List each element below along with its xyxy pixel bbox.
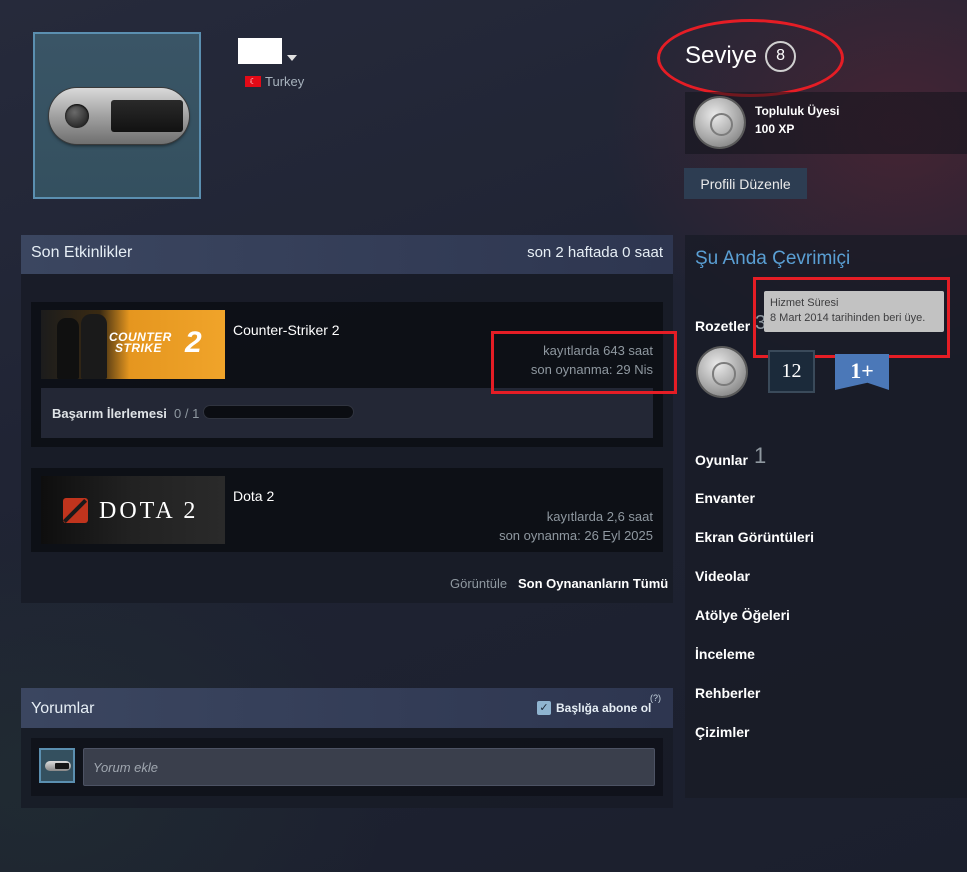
achievement-count: 0 / 1	[174, 406, 200, 421]
badge-name: Topluluk Üyesi	[755, 104, 840, 118]
online-status: Şu Anda Çevrimiçi	[695, 248, 851, 269]
cs2-banner[interactable]: COUNTER STRIKE 2	[41, 310, 225, 379]
community-badge-icon[interactable]	[698, 348, 746, 396]
profile-country: Turkey	[265, 74, 305, 89]
recent-hours-summary: son 2 haftada 0 saat	[527, 244, 663, 261]
dota2-banner[interactable]: DOTA 2	[41, 476, 225, 544]
sidebar-link-reviews[interactable]: İnceleme	[695, 646, 755, 662]
dota-logo-icon	[63, 498, 88, 523]
game-name-cs2[interactable]: Counter-Striker 2	[233, 322, 340, 338]
commenter-avatar	[39, 748, 75, 783]
badge-xp: 100 XP	[755, 122, 795, 136]
highlight-box-hours	[491, 331, 677, 394]
dota2-hours-on-record: kayıtlarda 2,6 saat	[546, 509, 653, 524]
view-all-recent-link[interactable]: Son Oynananların Tümü	[518, 576, 668, 591]
sidebar-link-screenshots[interactable]: Ekran Görüntüleri	[695, 529, 814, 545]
cs2-logo-text: COUNTER STRIKE	[109, 330, 172, 355]
games-count: 1	[754, 443, 767, 468]
sidebar-link-workshop[interactable]: Atölye Öğeleri	[695, 607, 790, 623]
sidebar-link-inventory[interactable]: Envanter	[695, 490, 755, 506]
recent-activity-title: Son Etkinlikler	[31, 244, 133, 261]
highlight-box-tooltip	[753, 277, 950, 358]
dota2-logo-text: DOTA 2	[99, 498, 199, 524]
achievement-label: Başarım İlerlemesi	[52, 406, 167, 421]
achievement-progress-bar	[203, 405, 354, 419]
community-member-badge-icon[interactable]	[695, 98, 744, 147]
view-label: Görüntüle	[450, 576, 508, 591]
subscribe-label[interactable]: Başlığa abone ol	[556, 701, 651, 715]
turkey-flag-icon: ☾	[245, 76, 261, 87]
game-name-dota2[interactable]: Dota 2	[233, 488, 274, 504]
edit-profile-button[interactable]: Profili Düzenle	[684, 168, 807, 199]
dota2-last-played: son oynanma: 26 Eyl 2025	[499, 528, 653, 543]
sidebar-link-guides[interactable]: Rehberler	[695, 685, 760, 701]
profile-name-redacted[interactable]	[238, 38, 282, 64]
help-icon[interactable]: (?)	[650, 693, 661, 703]
years-of-service-badge[interactable]: 12	[768, 350, 815, 393]
chevron-down-icon[interactable]	[287, 55, 297, 61]
highlight-ellipse	[657, 19, 844, 97]
games-link[interactable]: Oyunlar	[695, 452, 748, 468]
badges-link[interactable]: Rozetler	[695, 318, 750, 334]
dog-tag-icon	[49, 88, 189, 144]
comments-title: Yorumlar	[31, 700, 95, 717]
subscribe-checkbox[interactable]: ✓	[537, 701, 551, 715]
sidebar-link-artwork[interactable]: Çizimler	[695, 724, 749, 740]
profile-avatar[interactable]	[33, 32, 201, 199]
cs2-logo-number: 2	[185, 326, 202, 359]
comment-input[interactable]	[83, 748, 655, 786]
sidebar-link-videos[interactable]: Videolar	[695, 568, 750, 584]
